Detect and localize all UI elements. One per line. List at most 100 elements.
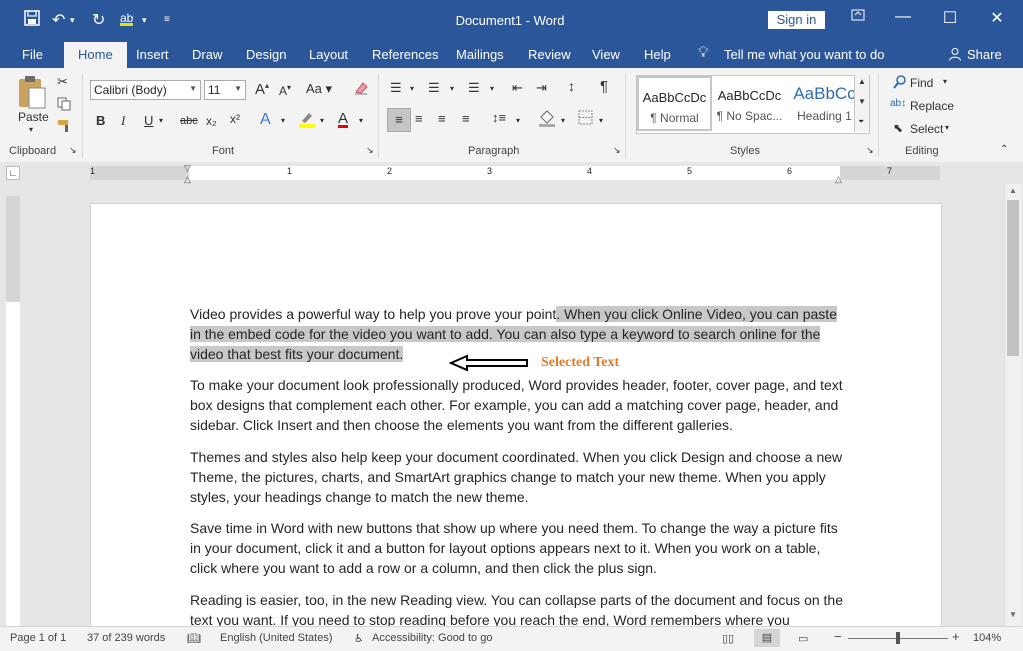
word-count[interactable]: 37 of 239 words xyxy=(87,632,165,644)
line-spacing-dropdown-icon[interactable]: ▾ xyxy=(516,116,520,125)
chevron-down-icon[interactable]: ▼ xyxy=(234,84,242,93)
highlight-dropdown-icon[interactable]: ▾ xyxy=(320,116,324,125)
tab-view[interactable]: View xyxy=(592,47,620,62)
style-no-spacing[interactable]: AaBbCcDc ¶ No Spac... xyxy=(712,76,787,131)
tab-design[interactable]: Design xyxy=(246,47,286,62)
document-page[interactable]: Video provides a powerful way to help yo… xyxy=(90,203,942,629)
hanging-indent-marker[interactable]: △ xyxy=(184,174,191,185)
tab-selector[interactable]: ∟ xyxy=(6,166,20,180)
justify-icon[interactable]: ≡ xyxy=(462,111,470,126)
customize-toolbar-icon[interactable]: ≡ xyxy=(164,14,170,25)
paragraph-launcher-icon[interactable]: ↘ xyxy=(613,145,621,156)
underline-button[interactable]: U xyxy=(144,113,153,128)
font-size-combo[interactable]: 11 ▼ xyxy=(204,80,246,100)
styles-launcher-icon[interactable]: ↘ xyxy=(866,145,874,156)
find-dropdown-icon[interactable]: ▾ xyxy=(943,77,947,86)
bold-button[interactable]: B xyxy=(96,113,105,128)
tab-references[interactable]: References xyxy=(372,47,438,62)
read-mode-icon[interactable]: ▯▯ xyxy=(722,632,734,645)
align-right-icon[interactable]: ≡ xyxy=(438,111,446,126)
align-center-icon[interactable]: ≡ xyxy=(415,111,423,126)
vertical-scrollbar[interactable]: ▲ ▼ xyxy=(1004,184,1022,626)
highlight-color-icon[interactable] xyxy=(298,110,316,131)
find-icon[interactable] xyxy=(893,75,907,92)
tab-insert[interactable]: Insert xyxy=(136,47,169,62)
collapse-ribbon-icon[interactable]: ⌃ xyxy=(1000,144,1008,155)
paragraph-2[interactable]: To make your document look professionall… xyxy=(190,375,850,435)
clear-formatting-icon[interactable] xyxy=(353,80,369,99)
sort-icon[interactable]: ↕ xyxy=(568,78,575,94)
zoom-in-button[interactable]: + xyxy=(952,629,960,644)
shading-dropdown-icon[interactable]: ▾ xyxy=(561,116,565,125)
italic-button[interactable]: I xyxy=(121,113,125,129)
paste-button[interactable]: Paste xyxy=(18,110,49,124)
sign-in-button[interactable]: Sign in xyxy=(768,11,825,29)
tab-draw[interactable]: Draw xyxy=(192,47,222,62)
paste-dropdown-icon[interactable]: ▾ xyxy=(29,125,33,134)
numbering-dropdown-icon[interactable]: ▾ xyxy=(450,84,454,93)
scroll-up-icon[interactable]: ▲ xyxy=(1009,186,1017,195)
multilevel-dropdown-icon[interactable]: ▾ xyxy=(490,84,494,93)
zoom-out-button[interactable]: − xyxy=(834,629,842,644)
styles-more-icon[interactable]: ⏷ xyxy=(858,117,864,127)
font-name-combo[interactable]: Calibri (Body) ▼ xyxy=(90,80,201,100)
grow-font-icon[interactable]: A▴ xyxy=(255,81,269,98)
accessibility-icon[interactable]: ♿︎ xyxy=(354,632,364,645)
decrease-indent-icon[interactable]: ⇤ xyxy=(512,80,523,96)
minimize-icon[interactable]: — xyxy=(888,8,918,26)
paragraph-4[interactable]: Save time in Word with new buttons that … xyxy=(190,518,850,578)
close-icon[interactable]: ✕ xyxy=(982,8,1012,28)
spelling-dropdown-icon[interactable]: ▾ xyxy=(142,15,147,26)
tab-help[interactable]: Help xyxy=(644,47,671,62)
text-effects-dropdown-icon[interactable]: ▾ xyxy=(281,116,285,125)
tab-mailings[interactable]: Mailings xyxy=(456,47,504,62)
font-color-dropdown-icon[interactable]: ▾ xyxy=(359,116,363,125)
spelling-check-icon[interactable]: ab xyxy=(120,11,134,26)
multilevel-list-icon[interactable]: ☰ xyxy=(468,80,480,96)
strikethrough-button[interactable]: abc xyxy=(180,115,198,127)
share-button[interactable]: Share xyxy=(967,47,1002,62)
borders-icon[interactable] xyxy=(578,110,593,128)
paragraph-5[interactable]: Reading is easier, too, in the new Readi… xyxy=(190,590,850,628)
first-line-indent-marker[interactable]: ▽ xyxy=(184,163,191,174)
tab-layout[interactable]: Layout xyxy=(309,47,348,62)
undo-icon[interactable]: ↶ xyxy=(52,10,65,30)
scroll-down-icon[interactable]: ▼ xyxy=(1009,610,1017,619)
borders-dropdown-icon[interactable]: ▾ xyxy=(599,116,603,125)
save-icon[interactable] xyxy=(24,10,40,31)
clipboard-launcher-icon[interactable]: ↘ xyxy=(69,145,77,156)
accessibility-status[interactable]: Accessibility: Good to go xyxy=(372,632,492,644)
tell-me-search[interactable]: Tell me what you want to do xyxy=(724,47,884,62)
bullets-icon[interactable]: ☰ xyxy=(390,80,402,96)
font-launcher-icon[interactable]: ↘ xyxy=(366,145,374,156)
maximize-icon[interactable]: ☐ xyxy=(935,8,965,28)
scrollbar-thumb[interactable] xyxy=(1007,200,1019,356)
page-count[interactable]: Page 1 of 1 xyxy=(10,632,66,644)
format-painter-icon[interactable] xyxy=(57,119,71,136)
align-left-icon[interactable]: ≡ xyxy=(387,108,411,132)
zoom-level[interactable]: 104% xyxy=(973,632,1001,644)
shrink-font-icon[interactable]: A▾ xyxy=(279,83,291,98)
show-formatting-marks-icon[interactable]: ¶ xyxy=(600,78,608,95)
select-icon[interactable]: ⬉ xyxy=(893,121,903,135)
language[interactable]: English (United States) xyxy=(220,632,333,644)
text-effects-icon[interactable]: A xyxy=(260,111,271,129)
numbering-icon[interactable]: ☰ xyxy=(428,80,440,96)
style-heading-1[interactable]: AaBbCc Heading 1 xyxy=(787,76,862,131)
styles-scroll-up-icon[interactable]: ▲ xyxy=(858,77,866,86)
share-icon[interactable] xyxy=(948,47,962,64)
web-layout-icon[interactable]: ▭ xyxy=(798,632,808,645)
paragraph-3[interactable]: Themes and styles also help keep your do… xyxy=(190,447,850,507)
subscript-button[interactable]: x₂ xyxy=(206,114,217,128)
underline-dropdown-icon[interactable]: ▾ xyxy=(159,116,163,125)
ribbon-display-options-icon[interactable] xyxy=(843,8,873,26)
select-button[interactable]: Select xyxy=(910,122,943,136)
replace-button[interactable]: Replace xyxy=(910,99,954,113)
redo-icon[interactable]: ↻ xyxy=(92,10,105,30)
style-normal[interactable]: AaBbCcDc ¶ Normal xyxy=(637,76,712,131)
increase-indent-icon[interactable]: ⇥ xyxy=(536,80,547,96)
tab-review[interactable]: Review xyxy=(528,47,571,62)
select-dropdown-icon[interactable]: ▾ xyxy=(945,123,949,132)
bullets-dropdown-icon[interactable]: ▾ xyxy=(410,84,414,93)
chevron-down-icon[interactable]: ▼ xyxy=(189,84,197,93)
